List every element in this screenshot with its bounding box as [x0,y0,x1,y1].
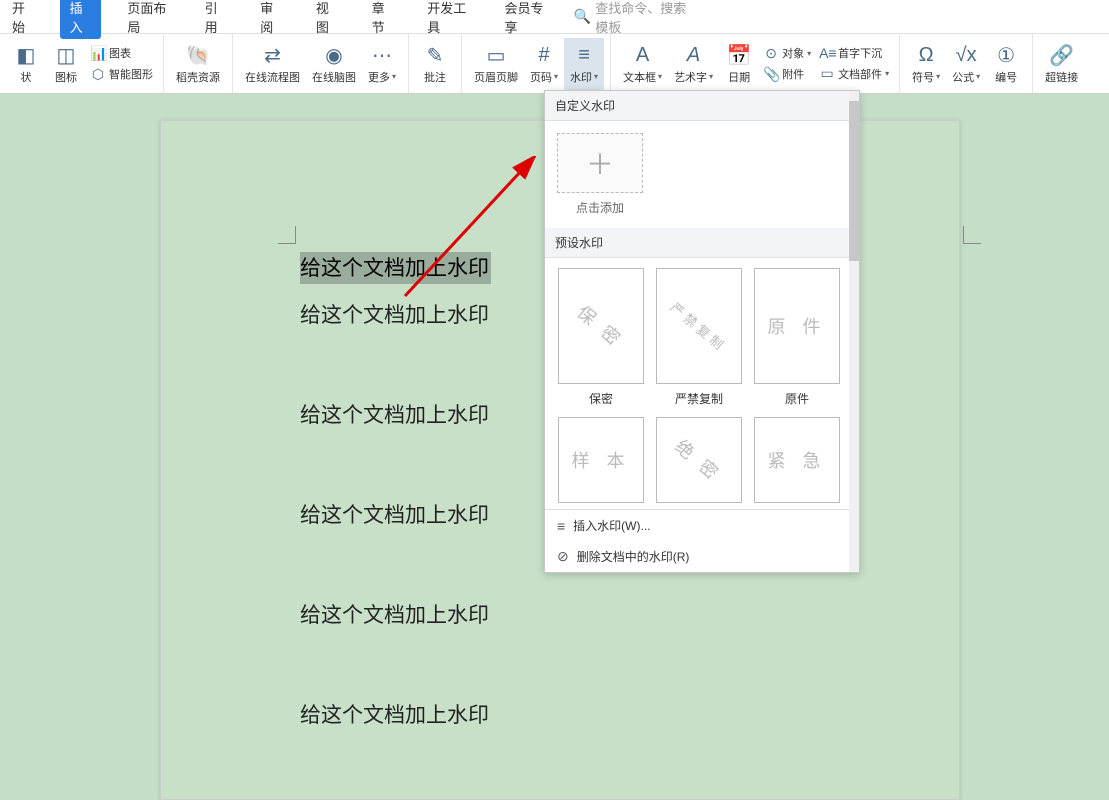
online-mindmap-button[interactable]: ◉ 在线脑图 [306,38,362,90]
date-button[interactable]: 📅 日期 [719,38,759,90]
doc-parts-icon: ▭ [819,65,835,82]
preset-original[interactable]: 原 件 原件 [753,268,841,407]
chevron-down-icon: ▾ [807,49,811,58]
object-button[interactable]: ⊙对象▾ [763,45,811,62]
plus-icon: ＋ [586,143,614,183]
shape-icon: ◧ [17,43,36,69]
document-line[interactable]: 给这个文档加上水印 [300,299,489,329]
page-number-icon: # [538,43,549,69]
chart-button[interactable]: 📊图表 [90,45,153,62]
command-search[interactable]: 🔍 查找命令、搜索模板 [574,0,689,36]
watermark-dropdown: 自定义水印 ＋ 点击添加 预设水印 保 密 保密 严禁复制 严禁复制 原 件 原… [544,90,860,573]
chart-icon: 📊 [90,45,106,62]
textbox-button[interactable]: A 文本框▾ [617,38,668,90]
mindmap-icon: ◉ [325,43,342,69]
document-line[interactable]: 给这个文档加上水印 [300,499,489,529]
wordart-button[interactable]: A 艺术字▾ [668,38,719,90]
attachment-button[interactable]: 📎附件 [763,66,811,83]
custom-watermark-header: 自定义水印 [545,91,859,121]
document-line[interactable]: 给这个文档加上水印 [300,399,489,429]
preset-topsecret[interactable]: 绝 密 [655,417,743,503]
icon-button[interactable]: ◫ 图标 [46,38,86,90]
preset-nocopy[interactable]: 严禁复制 严禁复制 [655,268,743,407]
preset-urgent[interactable]: 紧 急 [753,417,841,503]
equation-button[interactable]: √x 公式▾ [946,38,986,90]
smartart-button[interactable]: ⬡智能图形 [90,66,153,83]
ribbon: ◧ 状 ◫ 图标 📊图表 ⬡智能图形 🐚 稻壳资源 ⇄ 在线流程图 ◉ 在线脑图… [0,34,1109,94]
doc-parts-button[interactable]: ▭文档部件▾ [819,65,889,82]
dropcap-icon: A≡ [819,45,835,61]
chevron-down-icon: ▾ [392,72,396,81]
docer-resources-button[interactable]: 🐚 稻壳资源 [170,38,226,90]
object-icon: ⊙ [763,45,779,62]
document-line[interactable]: 给这个文档加上水印 [300,252,491,284]
dropcap-button[interactable]: A≡首字下沉 [819,45,889,61]
remove-watermark-item[interactable]: ⊘ 删除文档中的水印(R) [545,541,859,572]
more-button[interactable]: ⋯ 更多▾ [362,38,402,90]
equation-icon: √x [956,43,977,69]
wordart-icon: A [687,43,700,69]
add-tile-label: 点击添加 [557,199,643,216]
header-footer-icon: ▭ [487,43,506,69]
chevron-down-icon: ▾ [885,69,889,78]
chevron-down-icon: ▾ [709,72,713,81]
preset-confidential[interactable]: 保 密 保密 [557,268,645,407]
hyperlink-icon: 🔗 [1049,43,1074,69]
chevron-down-icon: ▾ [594,72,598,81]
shapes-button[interactable]: ◧ 状 [6,38,46,90]
calendar-icon: 📅 [727,43,752,69]
chevron-down-icon: ▾ [554,72,558,81]
preset-watermark-header: 预设水印 [545,228,859,258]
document-line[interactable]: 给这个文档加上水印 [300,699,489,729]
page-number-button[interactable]: # 页码▾ [524,38,564,90]
tab-insert[interactable]: 插入 [60,0,102,39]
numbering-button[interactable]: ① 编号 [986,38,1026,90]
attachment-icon: 📎 [763,66,779,83]
search-placeholder: 查找命令、搜索模板 [595,0,689,36]
insert-watermark-item[interactable]: ≡ 插入水印(W)... [545,510,859,541]
header-footer-button[interactable]: ▭ 页眉页脚 [468,38,524,90]
flowchart-icon: ⇄ [264,43,281,69]
symbol-icon: Ω [919,43,934,69]
margin-corner [963,226,981,244]
comment-button[interactable]: ✎ 批注 [415,38,455,90]
remove-watermark-icon: ⊘ [557,548,569,565]
add-custom-watermark[interactable]: ＋ [557,133,643,193]
more-icon: ⋯ [372,43,392,69]
tabs-bar: 开始 插入 页面布局 引用 审阅 视图 章节 开发工具 会员专享 🔍 查找命令、… [0,0,1109,34]
watermark-icon: ≡ [578,43,590,69]
numbering-icon: ① [997,43,1015,69]
search-icon: 🔍 [574,8,591,25]
hyperlink-button[interactable]: 🔗 超链接 [1039,38,1084,90]
watermark-icon: ≡ [557,518,565,534]
watermark-button[interactable]: ≡ 水印▾ [564,38,604,90]
preset-sample[interactable]: 样 本 [557,417,645,503]
margin-corner [278,226,296,244]
comment-icon: ✎ [427,43,444,69]
textbox-icon: A [636,43,649,69]
symbol-button[interactable]: Ω 符号▾ [906,38,946,90]
online-flowchart-button[interactable]: ⇄ 在线流程图 [239,38,306,90]
dropdown-scrollbar[interactable] [849,91,859,572]
smartart-icon: ⬡ [90,66,106,83]
docer-icon: 🐚 [186,43,211,69]
chevron-down-icon: ▾ [936,72,940,81]
document-line[interactable]: 给这个文档加上水印 [300,599,489,629]
icons-icon: ◫ [57,43,76,69]
chevron-down-icon: ▾ [976,72,980,81]
chevron-down-icon: ▾ [658,72,662,81]
